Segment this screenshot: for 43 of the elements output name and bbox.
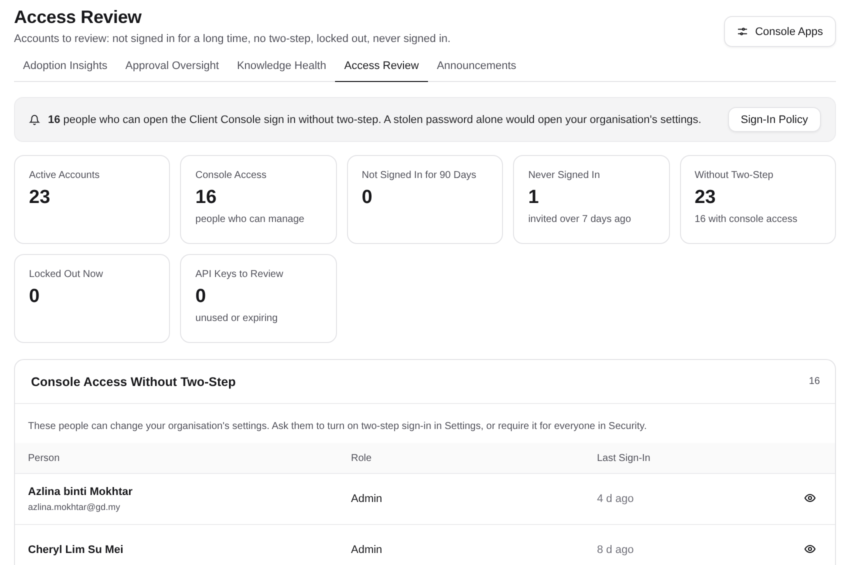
panel-title: Console Access Without Two-Step xyxy=(31,374,236,388)
console-apps-button[interactable]: Console Apps xyxy=(724,16,836,47)
tab[interactable]: Approval Oversight xyxy=(116,53,228,82)
stat-label: Never Signed In xyxy=(528,170,601,181)
person-email: azlina.mokhtar@gd.my xyxy=(28,502,122,512)
tab[interactable]: Access Review xyxy=(335,53,428,82)
row-count: 16 xyxy=(808,376,820,387)
role-cell-text: Admin xyxy=(351,493,384,505)
tab[interactable]: Announcements xyxy=(428,53,526,82)
alert-message: 16 people who can open the Client Console sign in without two-step. A stolen password alone would open your organisation's settings. xyxy=(48,114,702,126)
column-header: Last Sign-In xyxy=(597,452,652,464)
stat-value: 23 xyxy=(29,187,52,209)
stat-value: 0 xyxy=(362,187,374,209)
stat-value: 16 xyxy=(195,187,218,209)
tab[interactable]: Adoption Insights xyxy=(14,53,116,82)
stat-value: 0 xyxy=(195,286,207,308)
sign-in-policy-button[interactable]: Sign-In Policy xyxy=(728,107,821,132)
stat-label: Active Accounts xyxy=(29,170,101,181)
stat-note: unused or expiring xyxy=(195,313,279,324)
column-header: Person xyxy=(28,452,61,464)
stat-label: API Keys to Review xyxy=(195,269,284,280)
stat-value: 0 xyxy=(29,286,41,308)
stat-value: 23 xyxy=(694,187,717,209)
stat-note: people who can manage xyxy=(195,214,306,225)
page-title: Access Review xyxy=(14,7,143,28)
panel-description: These people can change your organisation's settings. Ask them to turn on two-step sign-in in Settings, or require it for everyone in Security. xyxy=(27,420,648,434)
bell-icon xyxy=(29,114,40,126)
page-subtitle: Accounts to review: not signed in for a long time, no two-step, locked out, never signed in. xyxy=(14,33,451,45)
stat-note: 16 with console access xyxy=(694,214,798,225)
column-header: Role xyxy=(351,452,373,464)
tab[interactable]: Knowledge Health xyxy=(228,53,336,82)
last-sign-in-cell-text: 8 d ago xyxy=(597,544,635,556)
sliders-icon xyxy=(737,26,748,37)
stat-value: 1 xyxy=(528,187,540,209)
stat-label: Without Two-Step xyxy=(694,170,774,181)
stat-note: invited over 7 days ago xyxy=(528,214,632,225)
stat-label: Console Access xyxy=(195,170,268,181)
stat-label: Not Signed In for 90 Days xyxy=(362,170,478,181)
person-name: Azlina binti Mokhtar xyxy=(28,486,134,498)
person-name: Cheryl Lim Su Mei xyxy=(28,544,124,556)
stat-label: Locked Out Now xyxy=(29,269,104,280)
role-cell-text: Admin xyxy=(351,544,384,556)
last-sign-in-cell-text: 4 d ago xyxy=(597,493,635,505)
